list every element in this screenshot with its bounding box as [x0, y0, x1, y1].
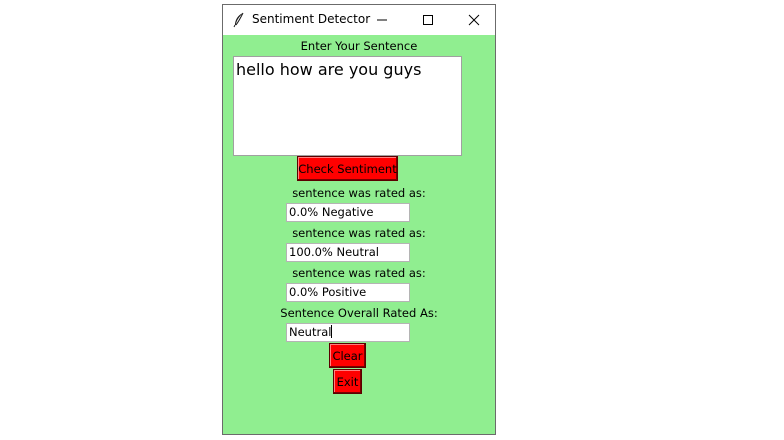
- negative-label: sentence was rated as:: [292, 186, 426, 200]
- form-area: Enter Your Sentence hello how are you gu…: [223, 35, 495, 435]
- feather-icon: [232, 12, 246, 28]
- negative-result-field[interactable]: 0.0% Negative: [286, 203, 410, 222]
- neutral-label: sentence was rated as:: [292, 226, 426, 240]
- check-sentiment-button[interactable]: Check Sentiment: [297, 156, 398, 181]
- overall-label: Sentence Overall Rated As:: [280, 306, 438, 320]
- exit-button[interactable]: Exit: [333, 369, 362, 394]
- text-caret: [331, 325, 333, 338]
- window-title: Sentiment Detector: [252, 12, 371, 26]
- clear-button[interactable]: Clear: [329, 343, 366, 368]
- neutral-result-field[interactable]: 100.0% Neutral: [286, 243, 410, 262]
- sentence-input-label: Enter Your Sentence: [300, 39, 418, 53]
- app-window: Sentiment Detector Enter Your Sentence h…: [222, 4, 496, 435]
- overall-result-field[interactable]: Neutral: [286, 323, 410, 342]
- close-icon: [468, 11, 480, 30]
- sentence-textarea[interactable]: hello how are you guys: [233, 56, 462, 156]
- close-button[interactable]: [451, 5, 497, 35]
- title-bar[interactable]: Sentiment Detector: [223, 5, 495, 35]
- positive-result-field[interactable]: 0.0% Positive: [286, 283, 410, 302]
- minimize-button[interactable]: [359, 5, 405, 35]
- minimize-icon: [376, 11, 388, 30]
- maximize-icon: [422, 11, 434, 30]
- overall-result-text: Neutral: [289, 325, 332, 339]
- maximize-button[interactable]: [405, 5, 451, 35]
- positive-label: sentence was rated as:: [292, 266, 426, 280]
